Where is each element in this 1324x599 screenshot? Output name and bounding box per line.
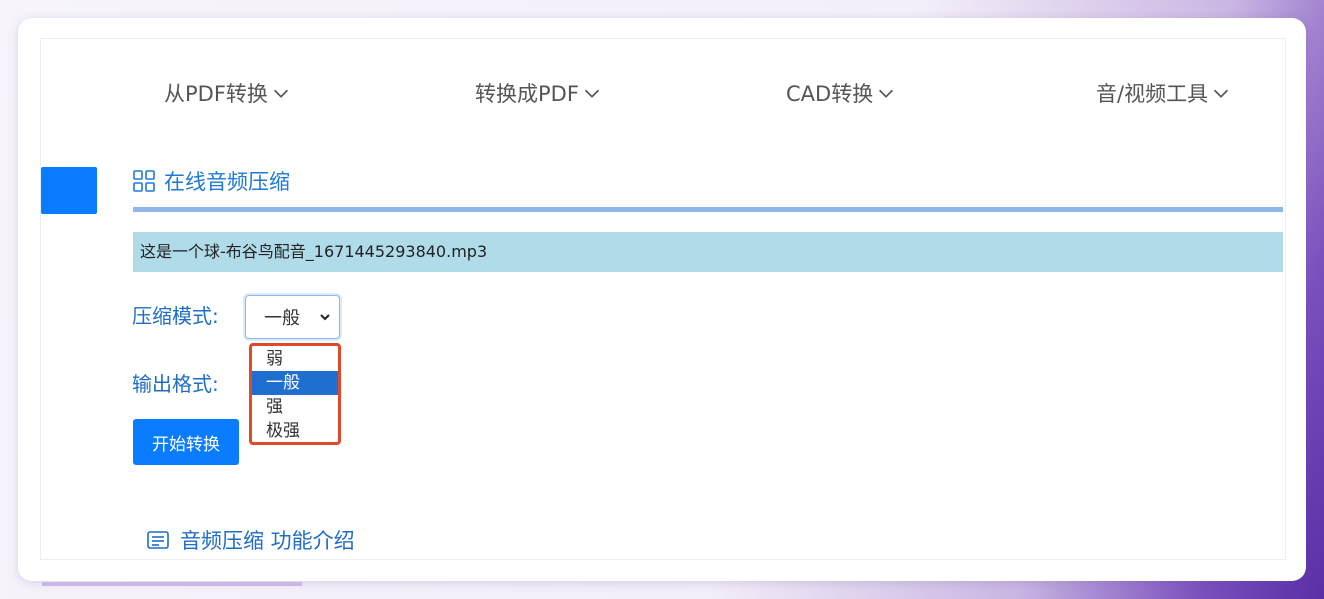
section-header: 在线音频压缩 — [132, 166, 290, 196]
section-title: 在线音频压缩 — [164, 170, 290, 194]
nav-item-label: 从PDF转换 — [164, 82, 268, 106]
option-normal[interactable]: 一般 — [252, 371, 338, 395]
chevron-down-icon — [1210, 82, 1232, 104]
chevron-down-icon — [581, 82, 603, 104]
option-strong[interactable]: 强 — [252, 395, 338, 419]
content-frame — [40, 38, 1286, 560]
grid-icon — [132, 169, 156, 193]
chevron-down-icon — [270, 82, 292, 104]
nav-item-cad[interactable]: CAD转换 — [786, 78, 897, 108]
sidebar-tab[interactable] — [41, 167, 97, 214]
nav-item-to-pdf[interactable]: 转换成PDF — [475, 78, 603, 108]
chevron-down-icon — [875, 82, 897, 104]
file-name: 这是一个球-布谷鸟配音_1671445293840.mp3 — [140, 242, 488, 261]
nav-item-label: CAD转换 — [786, 82, 874, 106]
bottom-strip — [42, 582, 302, 586]
compression-mode-options: 弱 一般 强 极强 — [249, 343, 341, 445]
nav-item-from-pdf[interactable]: 从PDF转换 — [164, 78, 292, 108]
document-icon — [146, 528, 170, 552]
option-extreme[interactable]: 极强 — [252, 419, 338, 443]
nav-item-label: 转换成PDF — [475, 82, 579, 106]
file-name-bar: 这是一个球-布谷鸟配音_1671445293840.mp3 — [133, 232, 1283, 272]
compression-mode-select[interactable]: 一般 — [245, 295, 340, 339]
option-weak[interactable]: 弱 — [252, 347, 338, 371]
caret-down-icon — [319, 311, 331, 323]
nav-item-audio-video[interactable]: 音/视频工具 — [1096, 78, 1232, 108]
start-convert-button[interactable]: 开始转换 — [133, 419, 239, 465]
feature-intro-title: 音频压缩 功能介绍 — [180, 529, 355, 553]
nav-item-label: 音/视频工具 — [1096, 82, 1209, 106]
main-card: 从PDF转换 转换成PDF CAD转换 音/视频工具 在线音频压缩 这是一个球-… — [18, 18, 1306, 581]
top-nav: 从PDF转换 转换成PDF CAD转换 音/视频工具 — [18, 68, 1306, 112]
output-format-label: 输出格式: — [132, 372, 219, 396]
compression-mode-value: 一般 — [264, 308, 300, 329]
compression-mode-label: 压缩模式: — [132, 304, 219, 328]
section-divider — [133, 207, 1283, 212]
feature-intro-header: 音频压缩 功能介绍 — [146, 525, 355, 555]
